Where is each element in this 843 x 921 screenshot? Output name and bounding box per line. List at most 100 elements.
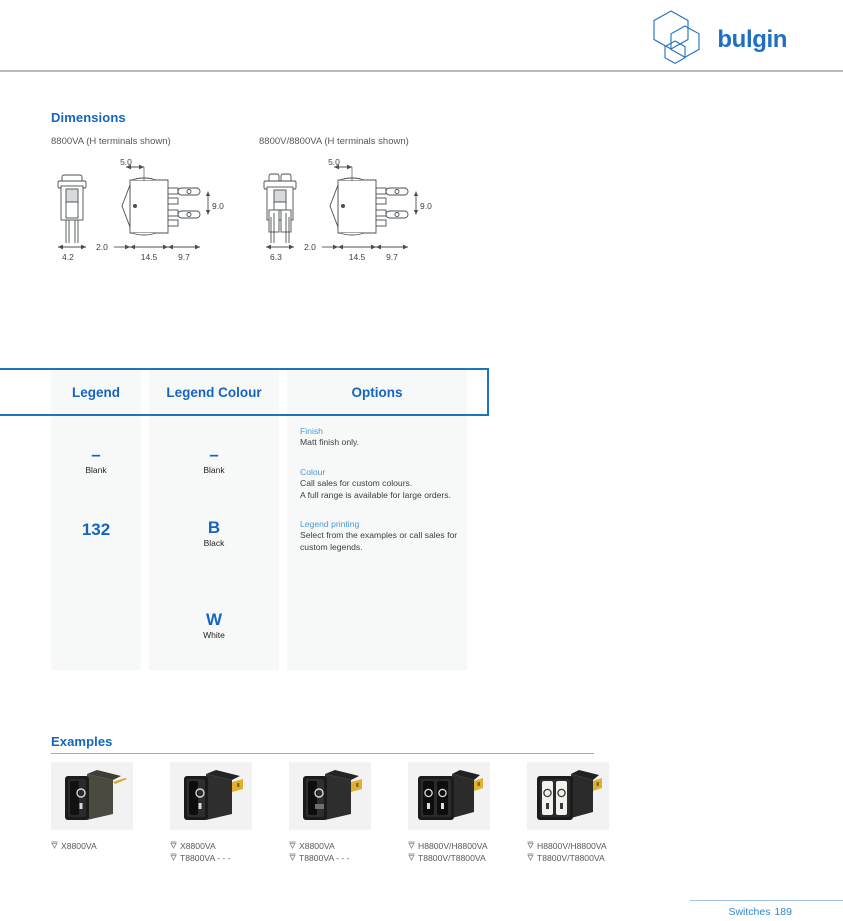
- examples-divider: [51, 753, 594, 754]
- column-header-legend: Legend: [51, 370, 141, 414]
- rohs-triangle-icon: [527, 853, 534, 862]
- example-photo-3: [289, 762, 371, 830]
- example-caption-5: H8800V/H8800VA T8800V/T8800VA: [527, 840, 609, 865]
- dim-label-2-0-b: 2.0: [304, 242, 316, 252]
- rocker-switch-single-black-icon: [184, 770, 243, 820]
- options-table: Legend Legend Colour Options – Blank 132…: [0, 368, 843, 670]
- legend-colour-option-blank[interactable]: – Blank: [149, 446, 279, 475]
- legend-colour-white-label: White: [203, 629, 225, 640]
- example-4-code-1: H8800V/H8800VA: [418, 841, 488, 851]
- example-item[interactable]: H8800V/H8800VA T8800V/T8800VA: [408, 762, 490, 865]
- footer-divider: [690, 900, 843, 901]
- table-left-gutter: [0, 370, 51, 414]
- rohs-triangle-icon: [170, 841, 177, 849]
- example-2-code-1: X8800VA: [180, 841, 216, 851]
- option-colour-line-1: Call sales for custom colours.: [300, 478, 413, 488]
- footer-section-label: Switches: [728, 906, 771, 918]
- footer-page-number: 189: [774, 906, 792, 918]
- example-caption-line: X8800VA: [51, 840, 133, 852]
- example-caption-line: H8800V/H8800VA: [408, 840, 490, 852]
- table-left-gutter-body: [0, 416, 51, 670]
- legend-colour-option-black[interactable]: B Black: [149, 519, 279, 548]
- options-table-header: Legend Legend Colour Options: [0, 368, 489, 416]
- rohs-triangle-icon: [170, 853, 177, 862]
- example-item[interactable]: X8800VA: [51, 762, 133, 865]
- rocker-switch-double-white-icon: [537, 770, 602, 820]
- legend-colour-option-white[interactable]: W White: [149, 611, 279, 640]
- example-3-code-1: X8800VA: [299, 841, 335, 851]
- example-item[interactable]: X8800VA T8800VA - - -: [170, 762, 252, 865]
- rocker-switch-single-olive-icon: [65, 770, 127, 820]
- rohs-triangle-icon: [51, 841, 58, 849]
- dim-label-2-0: 2.0: [96, 242, 108, 252]
- dim-label-9-7-b: 9.7: [386, 252, 398, 262]
- column-gap-2: [279, 370, 287, 414]
- example-5-code-1: H8800V/H8800VA: [537, 841, 607, 851]
- cell-options: Finish Matt finish only. Colour Call sal…: [287, 416, 467, 670]
- legend-option-132-code: 132: [81, 520, 111, 539]
- page-footer: Switches 189: [728, 906, 792, 918]
- option-block-legend-printing: Legend printing Select from the examples…: [300, 519, 465, 553]
- example-caption-line: X8800VA: [289, 840, 371, 852]
- examples-row: X8800VA X8800VA T8800VA - - - X8800VA T8…: [51, 762, 609, 865]
- legend-option-blank-code: –: [91, 445, 101, 464]
- dim-label-6-3: 6.3: [270, 252, 282, 262]
- legend-colour-black-code: B: [207, 518, 221, 537]
- legend-option-blank[interactable]: – Blank: [51, 446, 141, 475]
- page-header: bulgin: [0, 0, 843, 72]
- dim-label-14-5: 14.5: [141, 252, 158, 262]
- cell-gap-1: [141, 416, 149, 670]
- hexagon-cube-logo-icon: [653, 10, 700, 65]
- option-block-finish: Finish Matt finish only.: [300, 426, 465, 449]
- example-caption-line: T8800VA - - -: [170, 852, 252, 864]
- example-caption-3: X8800VA T8800VA - - -: [289, 840, 371, 865]
- option-legend-printing-line-2: custom legends.: [300, 541, 363, 552]
- option-legend-printing-line-1: Select from the examples or call sales f…: [300, 530, 458, 540]
- example-item[interactable]: X8800VA T8800VA - - -: [289, 762, 371, 865]
- dimension-drawing-8800va: 4.2 5.0 9.0 2.0 14.5 9.7: [57, 157, 224, 262]
- rohs-triangle-icon: [527, 841, 534, 849]
- example-3-code-2: T8800VA - - -: [299, 853, 350, 864]
- legend-colour-white-code: W: [205, 610, 223, 629]
- rocker-switch-single-black-2-icon: [303, 770, 362, 820]
- column-header-options: Options: [287, 370, 467, 414]
- example-photo-1: [51, 762, 133, 830]
- example-photo-2: [170, 762, 252, 830]
- example-4-code-2: T8800V/T8800VA: [418, 853, 486, 864]
- option-finish-title: Finish: [300, 426, 323, 436]
- cell-gap-2: [279, 416, 287, 670]
- option-block-colour: Colour Call sales for custom colours. A …: [300, 467, 465, 501]
- rohs-triangle-icon: [289, 853, 296, 862]
- dim-label-14-5-b: 14.5: [349, 252, 366, 262]
- header-divider: [0, 70, 843, 72]
- option-colour-title: Colour: [300, 467, 326, 477]
- legend-colour-blank-code: –: [209, 445, 219, 464]
- option-finish-line-1: Matt finish only.: [300, 437, 360, 447]
- dim-label-4-2: 4.2: [62, 252, 74, 262]
- dim-label-9-0: 9.0: [212, 201, 224, 211]
- dimension-caption-1: 8800VA (H terminals shown): [51, 136, 171, 147]
- rocker-switch-double-black-icon: [418, 770, 483, 820]
- dimensions-heading: Dimensions: [51, 110, 126, 125]
- cell-legend: – Blank 132: [51, 416, 141, 670]
- example-caption-line: T8800V/T8800VA: [527, 852, 609, 864]
- dim-label-9-0-b: 9.0: [420, 201, 432, 211]
- example-caption-1: X8800VA: [51, 840, 133, 852]
- example-caption-line: X8800VA: [170, 840, 252, 852]
- example-2-code-2: T8800VA - - -: [180, 853, 231, 864]
- example-caption-4: H8800V/H8800VA T8800V/T8800VA: [408, 840, 490, 865]
- example-5-code-2: T8800V/T8800VA: [537, 853, 605, 864]
- legend-colour-blank-label: Blank: [203, 464, 225, 475]
- dimension-drawing-8800v-8800va: 6.3 5.0 9.0 2.0 14.5 9.7: [263, 157, 432, 262]
- example-caption-line: T8800VA - - -: [289, 852, 371, 864]
- dim-label-5-0: 5.0: [120, 157, 132, 167]
- rohs-triangle-icon: [408, 853, 415, 862]
- brand-name: bulgin: [717, 26, 787, 53]
- example-caption-line: H8800V/H8800VA: [527, 840, 609, 852]
- column-gap-1: [141, 370, 149, 414]
- legend-colour-black-label: Black: [203, 537, 225, 548]
- dim-label-9-7: 9.7: [178, 252, 190, 262]
- legend-option-132[interactable]: 132: [51, 521, 141, 539]
- example-item[interactable]: H8800V/H8800VA T8800V/T8800VA: [527, 762, 609, 865]
- options-table-body: – Blank 132 – Blank B Black W White Fini…: [0, 416, 489, 670]
